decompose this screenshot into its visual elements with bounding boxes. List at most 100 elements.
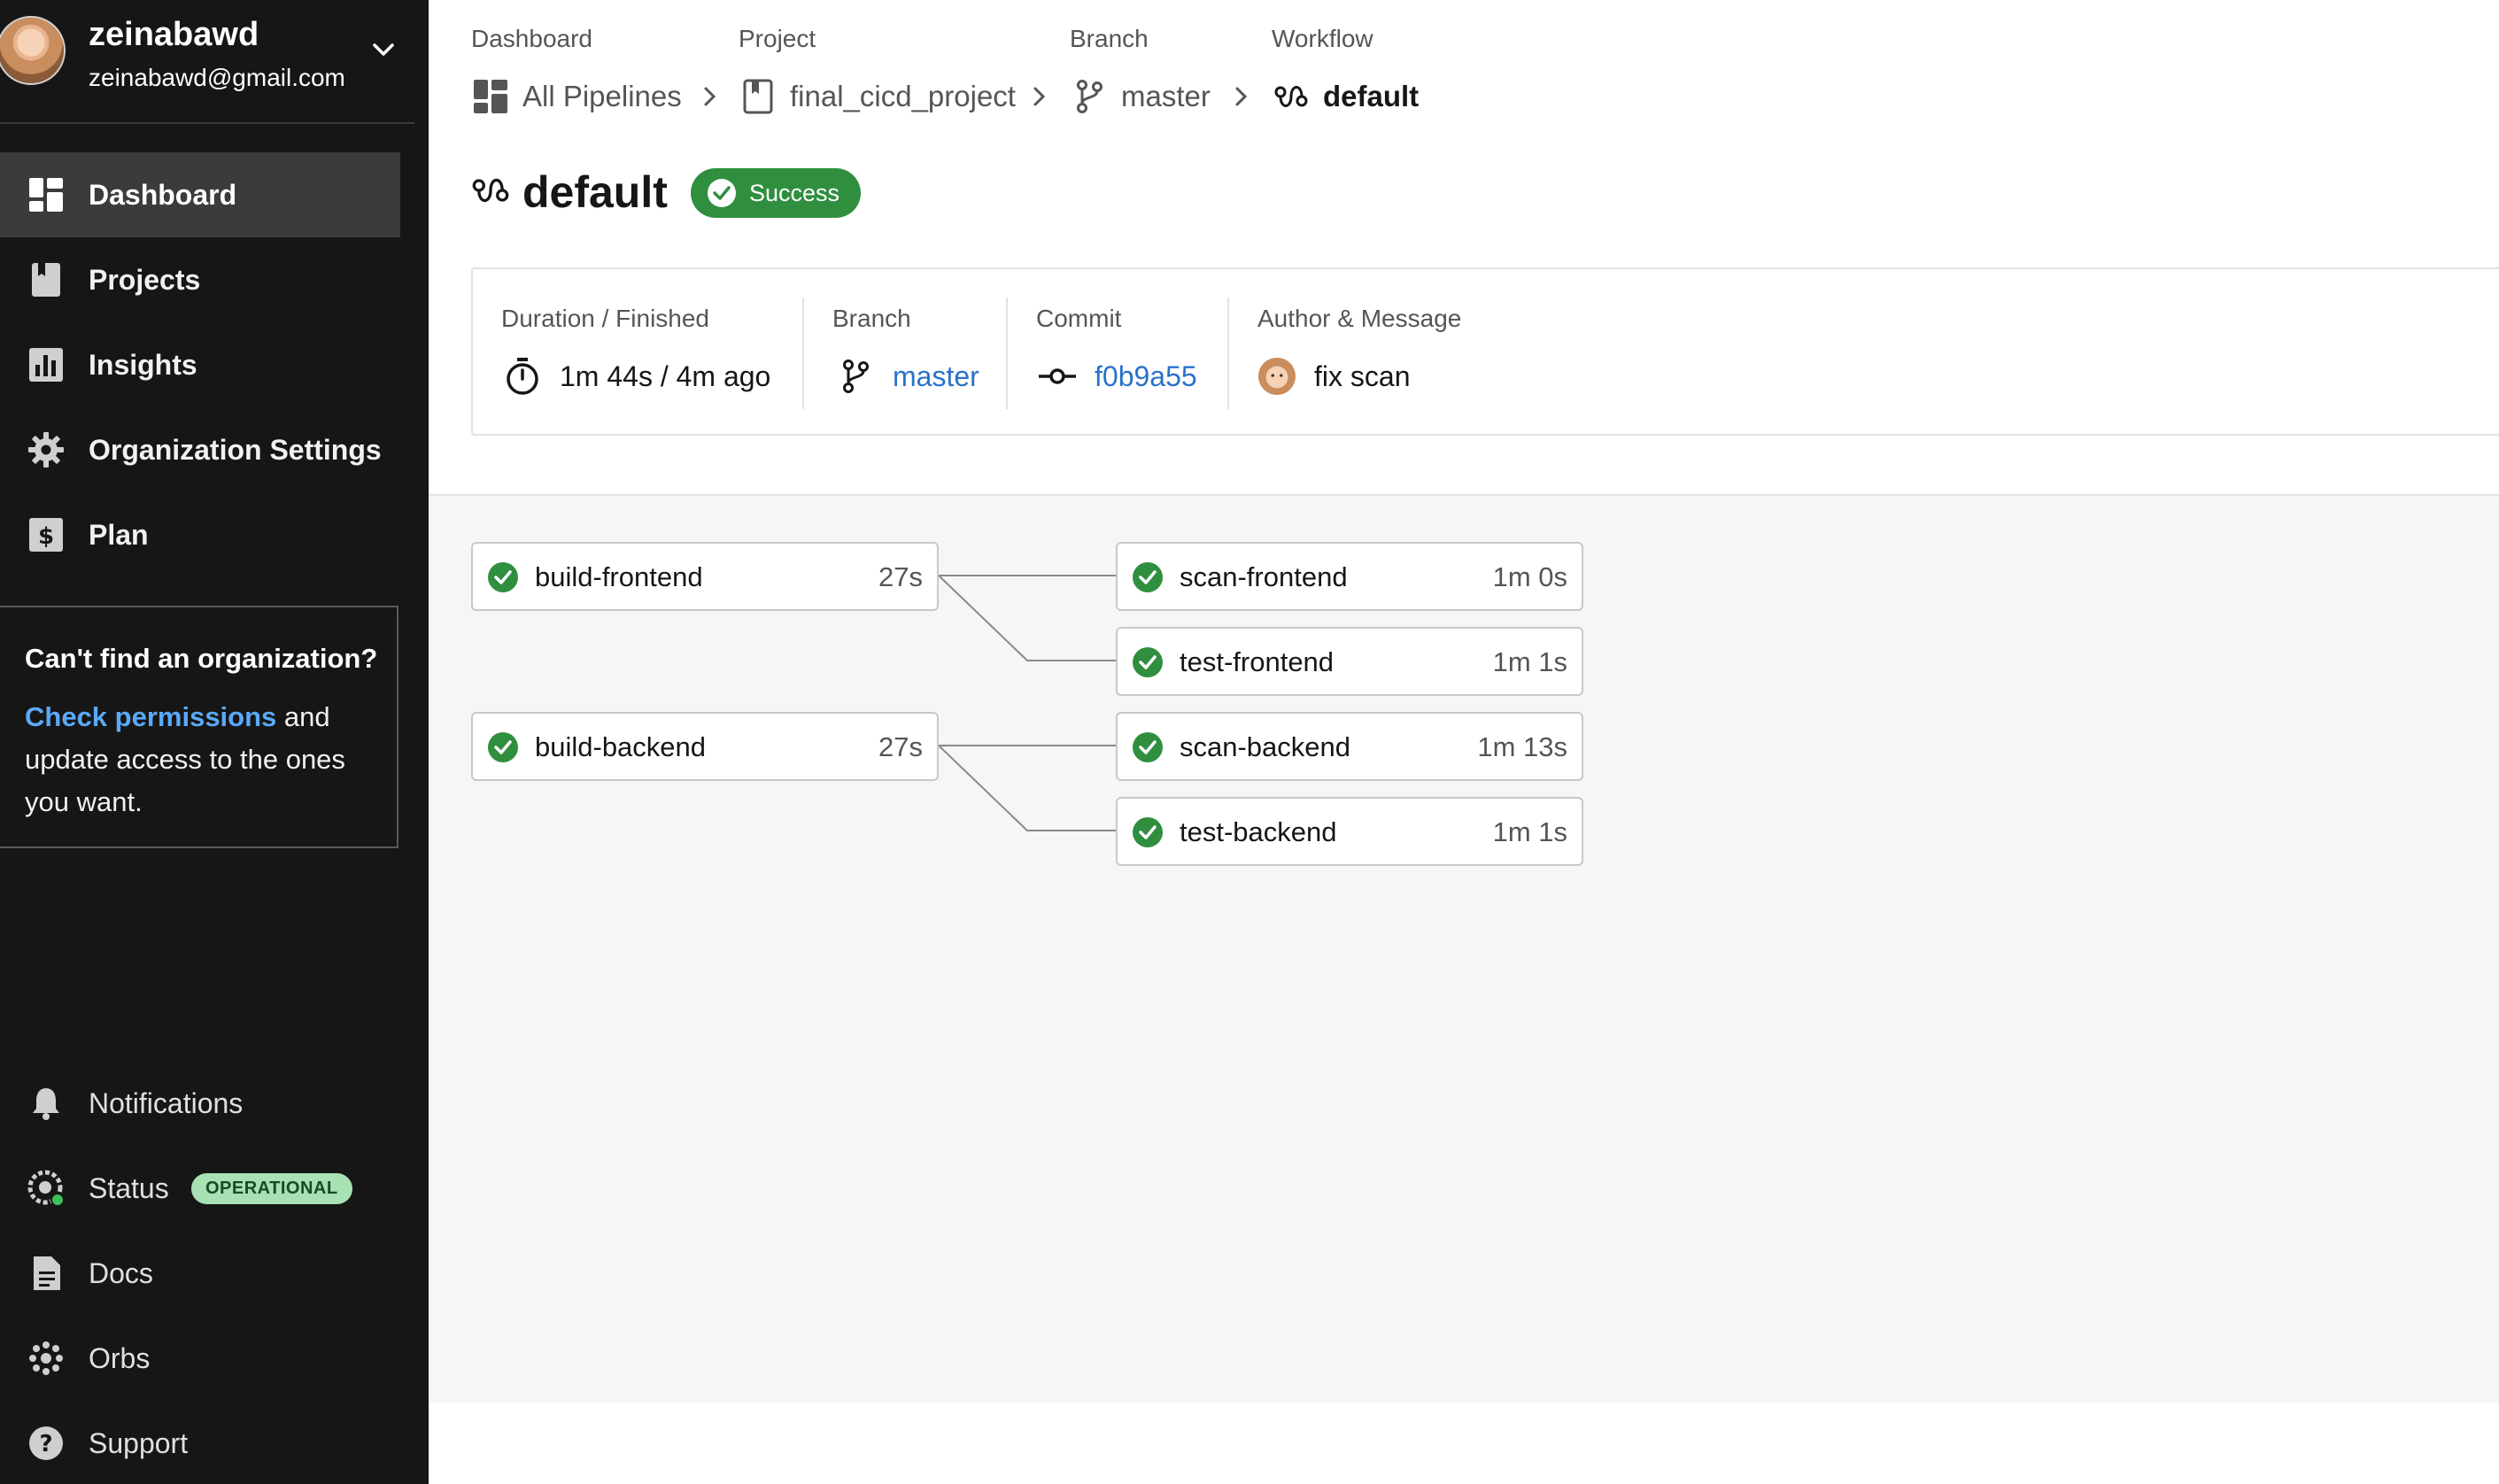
job-duration: 1m 13s	[1477, 731, 1567, 762]
divider	[802, 298, 804, 409]
breadcrumb-text: default	[1323, 80, 1420, 112]
job-name: build-frontend	[535, 561, 703, 592]
sidebar-item-label: Status	[89, 1171, 169, 1204]
dashboard-icon	[27, 175, 66, 214]
sidebar-item-label: Organization Settings	[89, 433, 382, 466]
job-name: test-frontend	[1180, 646, 1335, 677]
success-check-icon	[488, 562, 518, 592]
sidebar-item-support[interactable]: ? Support	[0, 1408, 400, 1479]
user-menu[interactable]: zeinabawd zeinabawd@gmail.com	[0, 0, 414, 124]
success-check-icon	[1133, 732, 1163, 762]
job-scan-frontend[interactable]: scan-frontend 1m 0s	[1116, 542, 1583, 611]
orbs-icon	[27, 1339, 66, 1378]
sidebar-item-dashboard[interactable]: Dashboard	[0, 152, 400, 237]
sidebar-item-status[interactable]: Status OPERATIONAL	[0, 1153, 400, 1224]
success-check-icon	[1133, 647, 1163, 677]
breadcrumb-label-dashboard: Dashboard	[471, 25, 592, 52]
projects-icon	[27, 260, 66, 299]
workflow-icon	[471, 171, 510, 214]
chevron-down-icon[interactable]	[370, 39, 397, 60]
job-test-frontend[interactable]: test-frontend 1m 1s	[1116, 627, 1583, 696]
author-value: fix scan	[1257, 354, 1410, 398]
breadcrumb-workflow[interactable]: default	[1272, 74, 1419, 119]
sidebar-item-orbs[interactable]: Orbs	[0, 1323, 400, 1394]
job-name: scan-backend	[1180, 731, 1351, 762]
docs-icon	[27, 1254, 66, 1293]
org-help-text: Check permissions and update access to t…	[25, 696, 379, 823]
job-build-backend[interactable]: build-backend 27s	[471, 712, 939, 781]
commit-link[interactable]: f0b9a55	[1095, 360, 1197, 393]
job-duration: 1m 1s	[1492, 646, 1567, 677]
sidebar-item-label: Support	[89, 1426, 189, 1459]
job-name: test-backend	[1180, 816, 1337, 847]
branch-label: Branch	[832, 305, 911, 332]
sidebar-item-label: Dashboard	[89, 178, 237, 211]
branch-value[interactable]: master	[836, 354, 979, 398]
breadcrumb-branch[interactable]: master	[1070, 74, 1211, 119]
gear-icon	[27, 430, 66, 469]
breadcrumb-text: All Pipelines	[522, 80, 682, 112]
dashboard-icon	[471, 77, 510, 116]
job-build-frontend[interactable]: build-frontend 27s	[471, 542, 939, 611]
commit-message: fix scan	[1314, 359, 1411, 392]
breadcrumb-label-workflow: Workflow	[1272, 25, 1373, 52]
status-badge: OPERATIONAL	[191, 1172, 352, 1204]
branch-icon	[1070, 77, 1109, 116]
commit-value[interactable]: f0b9a55	[1038, 354, 1197, 398]
breadcrumb-all-pipelines[interactable]: All Pipelines	[471, 74, 682, 119]
chevron-right-icon	[1033, 87, 1046, 106]
insights-icon	[27, 345, 66, 384]
commit-label: Commit	[1036, 305, 1122, 332]
breadcrumb-label-project: Project	[739, 25, 816, 52]
sidebar: zeinabawd zeinabawd@gmail.com Dashboard …	[0, 0, 429, 1484]
org-help-box: Can't find an organization? Check permis…	[0, 606, 398, 848]
chevron-right-icon	[704, 87, 716, 106]
divider	[1006, 298, 1008, 409]
job-duration: 1m 1s	[1492, 816, 1567, 847]
avatar	[0, 16, 66, 85]
sidebar-item-label: Docs	[89, 1256, 153, 1289]
user-email: zeinabawd@gmail.com	[89, 64, 345, 91]
commit-icon	[1038, 357, 1077, 396]
projects-icon	[739, 77, 778, 116]
sidebar-item-label: Plan	[89, 518, 149, 551]
workflow-graph: build-frontend 27s scan-frontend 1m 0s t…	[429, 494, 2499, 1403]
sidebar-item-notifications[interactable]: Notifications	[0, 1068, 400, 1139]
status-badge: Success	[691, 168, 861, 218]
sidebar-item-label: Insights	[89, 348, 197, 381]
check-circle-icon	[708, 179, 736, 207]
sidebar-item-plan[interactable]: $ Plan	[0, 492, 400, 577]
dollar-icon: $	[27, 515, 66, 554]
duration-value: 1m 44s / 4m ago	[503, 354, 770, 398]
job-scan-backend[interactable]: scan-backend 1m 13s	[1116, 712, 1583, 781]
duration-text: 1m 44s / 4m ago	[560, 359, 771, 392]
success-check-icon	[1133, 562, 1163, 592]
status-icon	[27, 1169, 66, 1208]
workflow-summary: Duration / Finished 1m 44s / 4m ago Bran…	[471, 267, 2499, 436]
sidebar-item-projects[interactable]: Projects	[0, 237, 400, 322]
svg-text:?: ?	[39, 1431, 52, 1457]
branch-link[interactable]: master	[893, 360, 979, 393]
sidebar-item-label: Orbs	[89, 1341, 151, 1374]
job-duration: 27s	[878, 561, 923, 592]
duration-label: Duration / Finished	[501, 305, 710, 332]
check-permissions-link[interactable]: Check permissions	[25, 701, 276, 732]
success-check-icon	[488, 732, 518, 762]
author-avatar	[1257, 357, 1296, 396]
sidebar-item-label: Notifications	[89, 1086, 244, 1119]
job-test-backend[interactable]: test-backend 1m 1s	[1116, 797, 1583, 866]
breadcrumb-project[interactable]: final_cicd_project	[739, 74, 1016, 119]
sidebar-item-docs[interactable]: Docs	[0, 1238, 400, 1309]
author-label: Author & Message	[1257, 305, 1462, 332]
job-duration: 27s	[878, 731, 923, 762]
breadcrumb-text: master	[1121, 80, 1211, 112]
divider	[1227, 298, 1229, 409]
breadcrumb-label-branch: Branch	[1070, 25, 1149, 52]
workflow-title: default	[522, 167, 668, 217]
sidebar-item-organization-settings[interactable]: Organization Settings	[0, 407, 400, 492]
success-check-icon	[1133, 817, 1163, 847]
timer-icon	[503, 357, 542, 396]
sidebar-item-insights[interactable]: Insights	[0, 322, 400, 407]
user-name: zeinabawd	[89, 16, 259, 53]
job-name: scan-frontend	[1180, 561, 1348, 592]
